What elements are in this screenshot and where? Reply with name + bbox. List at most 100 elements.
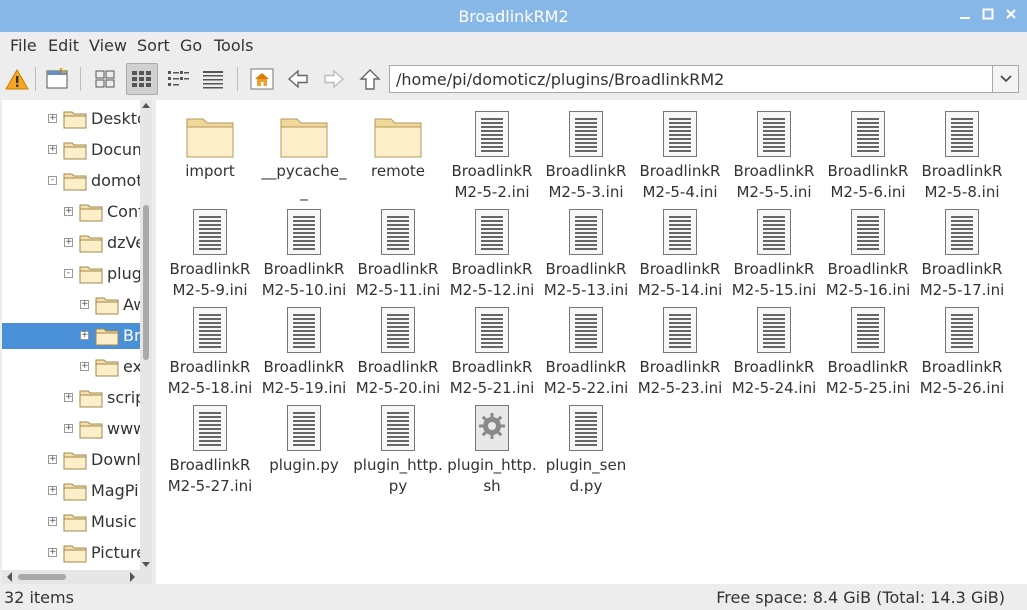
file-item[interactable]: BroadlinkRM2-5-14.ini bbox=[635, 204, 725, 301]
file-item[interactable]: BroadlinkRM2-5-8.ini bbox=[917, 106, 1007, 203]
file-item[interactable]: BroadlinkRM2-5-15.ini bbox=[729, 204, 819, 301]
list-view-icon[interactable] bbox=[199, 65, 227, 93]
file-name: BroadlinkRM2-5-19.ini bbox=[261, 358, 347, 397]
expand-icon[interactable]: + bbox=[48, 548, 57, 557]
expand-icon[interactable]: + bbox=[64, 424, 73, 433]
file-item[interactable]: BroadlinkRM2-5-25.ini bbox=[823, 302, 913, 399]
tree-item[interactable]: +Config bbox=[2, 199, 152, 225]
scrollbar-thumb[interactable] bbox=[143, 205, 149, 360]
file-item[interactable]: BroadlinkRM2-5-6.ini bbox=[823, 106, 913, 203]
file-item[interactable]: BroadlinkRM2-5-22.ini bbox=[541, 302, 631, 399]
expand-icon[interactable]: + bbox=[48, 114, 57, 123]
collapse-icon[interactable]: - bbox=[48, 176, 57, 185]
tree-item[interactable]: + MagPi bbox=[2, 478, 142, 504]
menu-tools[interactable]: Tools bbox=[214, 36, 253, 55]
tree-item[interactable]: -domoticz bbox=[2, 168, 152, 194]
tree-item[interactable]: +dzVents bbox=[2, 230, 152, 256]
folder-icon bbox=[63, 171, 87, 191]
file-item[interactable]: BroadlinkRM2-5-18.ini bbox=[165, 302, 255, 399]
file-item[interactable]: BroadlinkRM2-5-21.ini bbox=[447, 302, 537, 399]
file-item[interactable]: plugin_send.py bbox=[541, 400, 631, 497]
back-arrow-icon[interactable] bbox=[284, 65, 312, 93]
expand-icon[interactable]: + bbox=[48, 145, 57, 154]
address-bar[interactable]: /home/pi/domoticz/plugins/BroadlinkRM2 bbox=[389, 65, 993, 93]
file-item[interactable]: BroadlinkRM2-5-12.ini bbox=[447, 204, 537, 301]
directory-tree[interactable]: +Desktop +Documents -domoticz +Config +dzVen… bbox=[2, 100, 152, 570]
tree-item[interactable]: + Music bbox=[2, 509, 142, 535]
tree-item[interactable]: + Pictures bbox=[2, 540, 152, 566]
toolbar-separator bbox=[80, 67, 81, 91]
file-item[interactable]: BroadlinkRM2-5-9.ini bbox=[165, 204, 255, 301]
file-item[interactable]: remote bbox=[353, 106, 443, 182]
up-arrow-icon[interactable] bbox=[356, 65, 384, 93]
new-tab-icon[interactable] bbox=[43, 65, 71, 93]
menu-go[interactable]: Go bbox=[180, 36, 202, 55]
file-name: BroadlinkRM2-5-9.ini bbox=[169, 260, 251, 299]
tree-item[interactable]: +Downloads bbox=[2, 447, 152, 473]
tree-item[interactable]: +Documents bbox=[2, 137, 152, 163]
compact-view-icon[interactable] bbox=[164, 65, 192, 93]
file-item[interactable]: BroadlinkRM2-5-2.ini bbox=[447, 106, 537, 203]
tree-item[interactable]: +examples bbox=[2, 354, 152, 380]
text-file-icon bbox=[541, 106, 631, 158]
minimize-icon[interactable] bbox=[957, 8, 973, 24]
close-icon[interactable] bbox=[1003, 8, 1019, 24]
tree-item[interactable]: +scripts bbox=[2, 385, 152, 411]
scroll-down-icon[interactable] bbox=[140, 560, 152, 570]
file-item[interactable]: BroadlinkRM2-5-20.ini bbox=[353, 302, 443, 399]
expand-icon[interactable]: + bbox=[64, 238, 73, 247]
expand-icon[interactable]: + bbox=[80, 300, 89, 309]
file-item[interactable]: BroadlinkRM2-5-17.ini bbox=[917, 204, 1007, 301]
expand-icon[interactable]: + bbox=[64, 207, 73, 216]
scroll-up-icon[interactable] bbox=[140, 100, 152, 110]
expand-icon[interactable]: + bbox=[48, 455, 57, 464]
expand-icon[interactable]: + bbox=[80, 331, 89, 340]
address-dropdown-button[interactable] bbox=[993, 65, 1019, 93]
scrollbar-thumb[interactable] bbox=[18, 574, 66, 580]
menu-file[interactable]: File bbox=[10, 36, 37, 55]
tree-item[interactable]: +AwoxSMP bbox=[2, 292, 152, 318]
file-item[interactable]: BroadlinkRM2-5-27.ini bbox=[165, 400, 255, 497]
file-view[interactable]: import __pycache__ remote BroadlinkRM2-5-2.… bbox=[156, 100, 1027, 584]
file-item[interactable]: BroadlinkRM2-5-23.ini bbox=[635, 302, 725, 399]
home-icon[interactable] bbox=[248, 65, 276, 93]
file-item[interactable]: BroadlinkRM2-5-5.ini bbox=[729, 106, 819, 203]
file-name: BroadlinkRM2-5-8.ini bbox=[921, 162, 1003, 201]
icon-view-icon[interactable] bbox=[91, 65, 119, 93]
tree-vertical-scrollbar[interactable] bbox=[140, 100, 152, 570]
file-item[interactable]: __pycache__ bbox=[259, 106, 349, 203]
collapse-icon[interactable]: - bbox=[64, 269, 73, 278]
file-item[interactable]: BroadlinkRM2-5-26.ini bbox=[917, 302, 1007, 399]
tree-item[interactable]: -plugins bbox=[2, 261, 152, 287]
tree-horizontal-scrollbar[interactable] bbox=[2, 570, 152, 584]
tree-item[interactable]: + www bbox=[2, 416, 146, 442]
folder-icon bbox=[63, 450, 87, 470]
file-item[interactable]: BroadlinkRM2-5-19.ini bbox=[259, 302, 349, 399]
thumbnail-view-icon[interactable] bbox=[126, 63, 158, 95]
menu-view[interactable]: View bbox=[89, 36, 127, 55]
file-item[interactable]: BroadlinkRM2-5-24.ini bbox=[729, 302, 819, 399]
tree-item[interactable]: + Desktop bbox=[2, 106, 152, 132]
warning-icon[interactable] bbox=[3, 65, 31, 93]
menu-sort[interactable]: Sort bbox=[137, 36, 170, 55]
expand-icon[interactable]: + bbox=[48, 486, 57, 495]
maximize-icon[interactable] bbox=[980, 8, 996, 24]
scroll-right-icon[interactable] bbox=[128, 570, 138, 584]
menu-edit[interactable]: Edit bbox=[48, 36, 79, 55]
expand-icon[interactable]: + bbox=[48, 517, 57, 526]
file-item[interactable]: BroadlinkRM2-5-3.ini bbox=[541, 106, 631, 203]
file-item[interactable]: BroadlinkRM2-5-13.ini bbox=[541, 204, 631, 301]
file-item[interactable]: plugin.py bbox=[259, 400, 349, 476]
forward-arrow-icon[interactable] bbox=[320, 65, 348, 93]
tree-item[interactable]: +BroadlinkRM2 bbox=[2, 323, 152, 349]
file-item[interactable]: BroadlinkRM2-5-4.ini bbox=[635, 106, 725, 203]
file-item[interactable]: plugin_http.sh bbox=[447, 400, 537, 497]
expand-icon[interactable]: + bbox=[64, 393, 73, 402]
file-item[interactable]: BroadlinkRM2-5-10.ini bbox=[259, 204, 349, 301]
scroll-left-icon[interactable] bbox=[4, 570, 14, 584]
file-item[interactable]: plugin_http.py bbox=[353, 400, 443, 497]
file-item[interactable]: import bbox=[165, 106, 255, 182]
expand-icon[interactable]: + bbox=[80, 362, 89, 371]
file-item[interactable]: BroadlinkRM2-5-16.ini bbox=[823, 204, 913, 301]
file-item[interactable]: BroadlinkRM2-5-11.ini bbox=[353, 204, 443, 301]
